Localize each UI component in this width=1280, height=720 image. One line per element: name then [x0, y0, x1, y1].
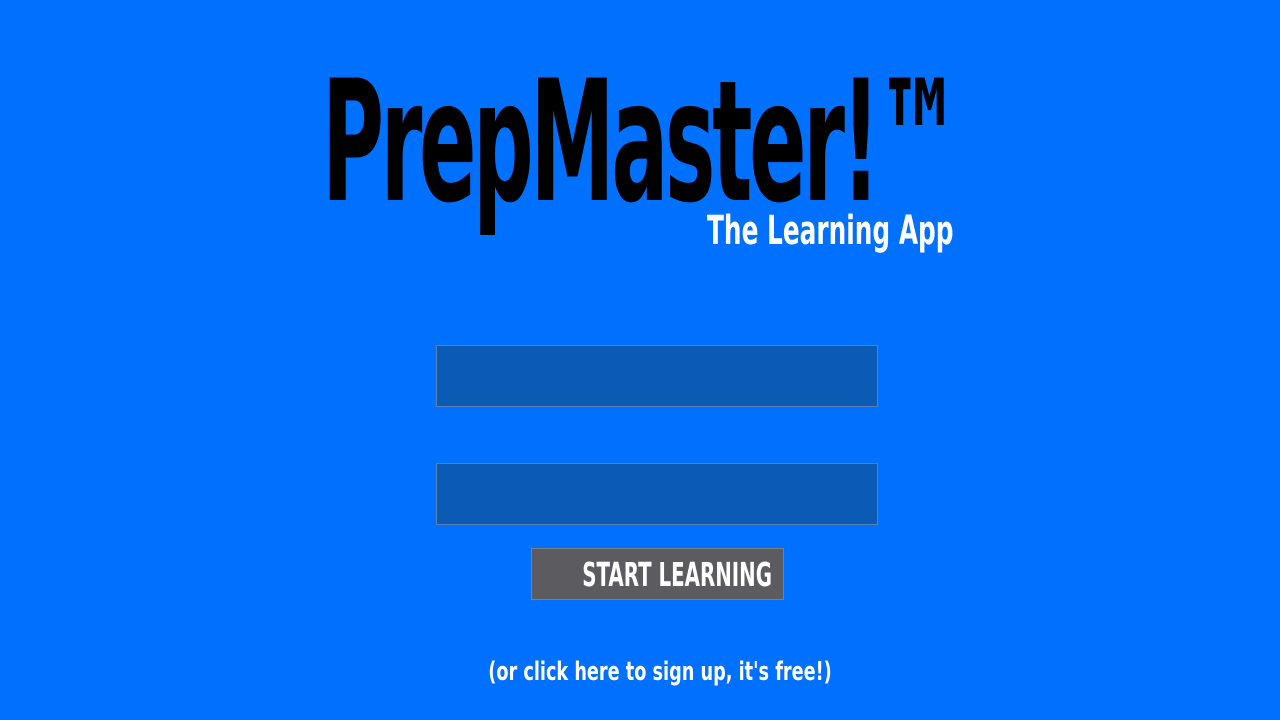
app-tagline: The Learning App: [707, 208, 954, 254]
login-page: PrepMaster!™ The Learning App START LEAR…: [0, 0, 1280, 720]
start-learning-button[interactable]: START LEARNING: [531, 548, 784, 600]
signup-link[interactable]: (or click here to sign up, it's free!): [442, 656, 877, 688]
password-input[interactable]: [436, 463, 878, 525]
username-input[interactable]: [436, 345, 878, 407]
start-learning-button-label: START LEARNING: [582, 555, 772, 594]
app-logo-title: PrepMaster!™: [322, 44, 961, 240]
